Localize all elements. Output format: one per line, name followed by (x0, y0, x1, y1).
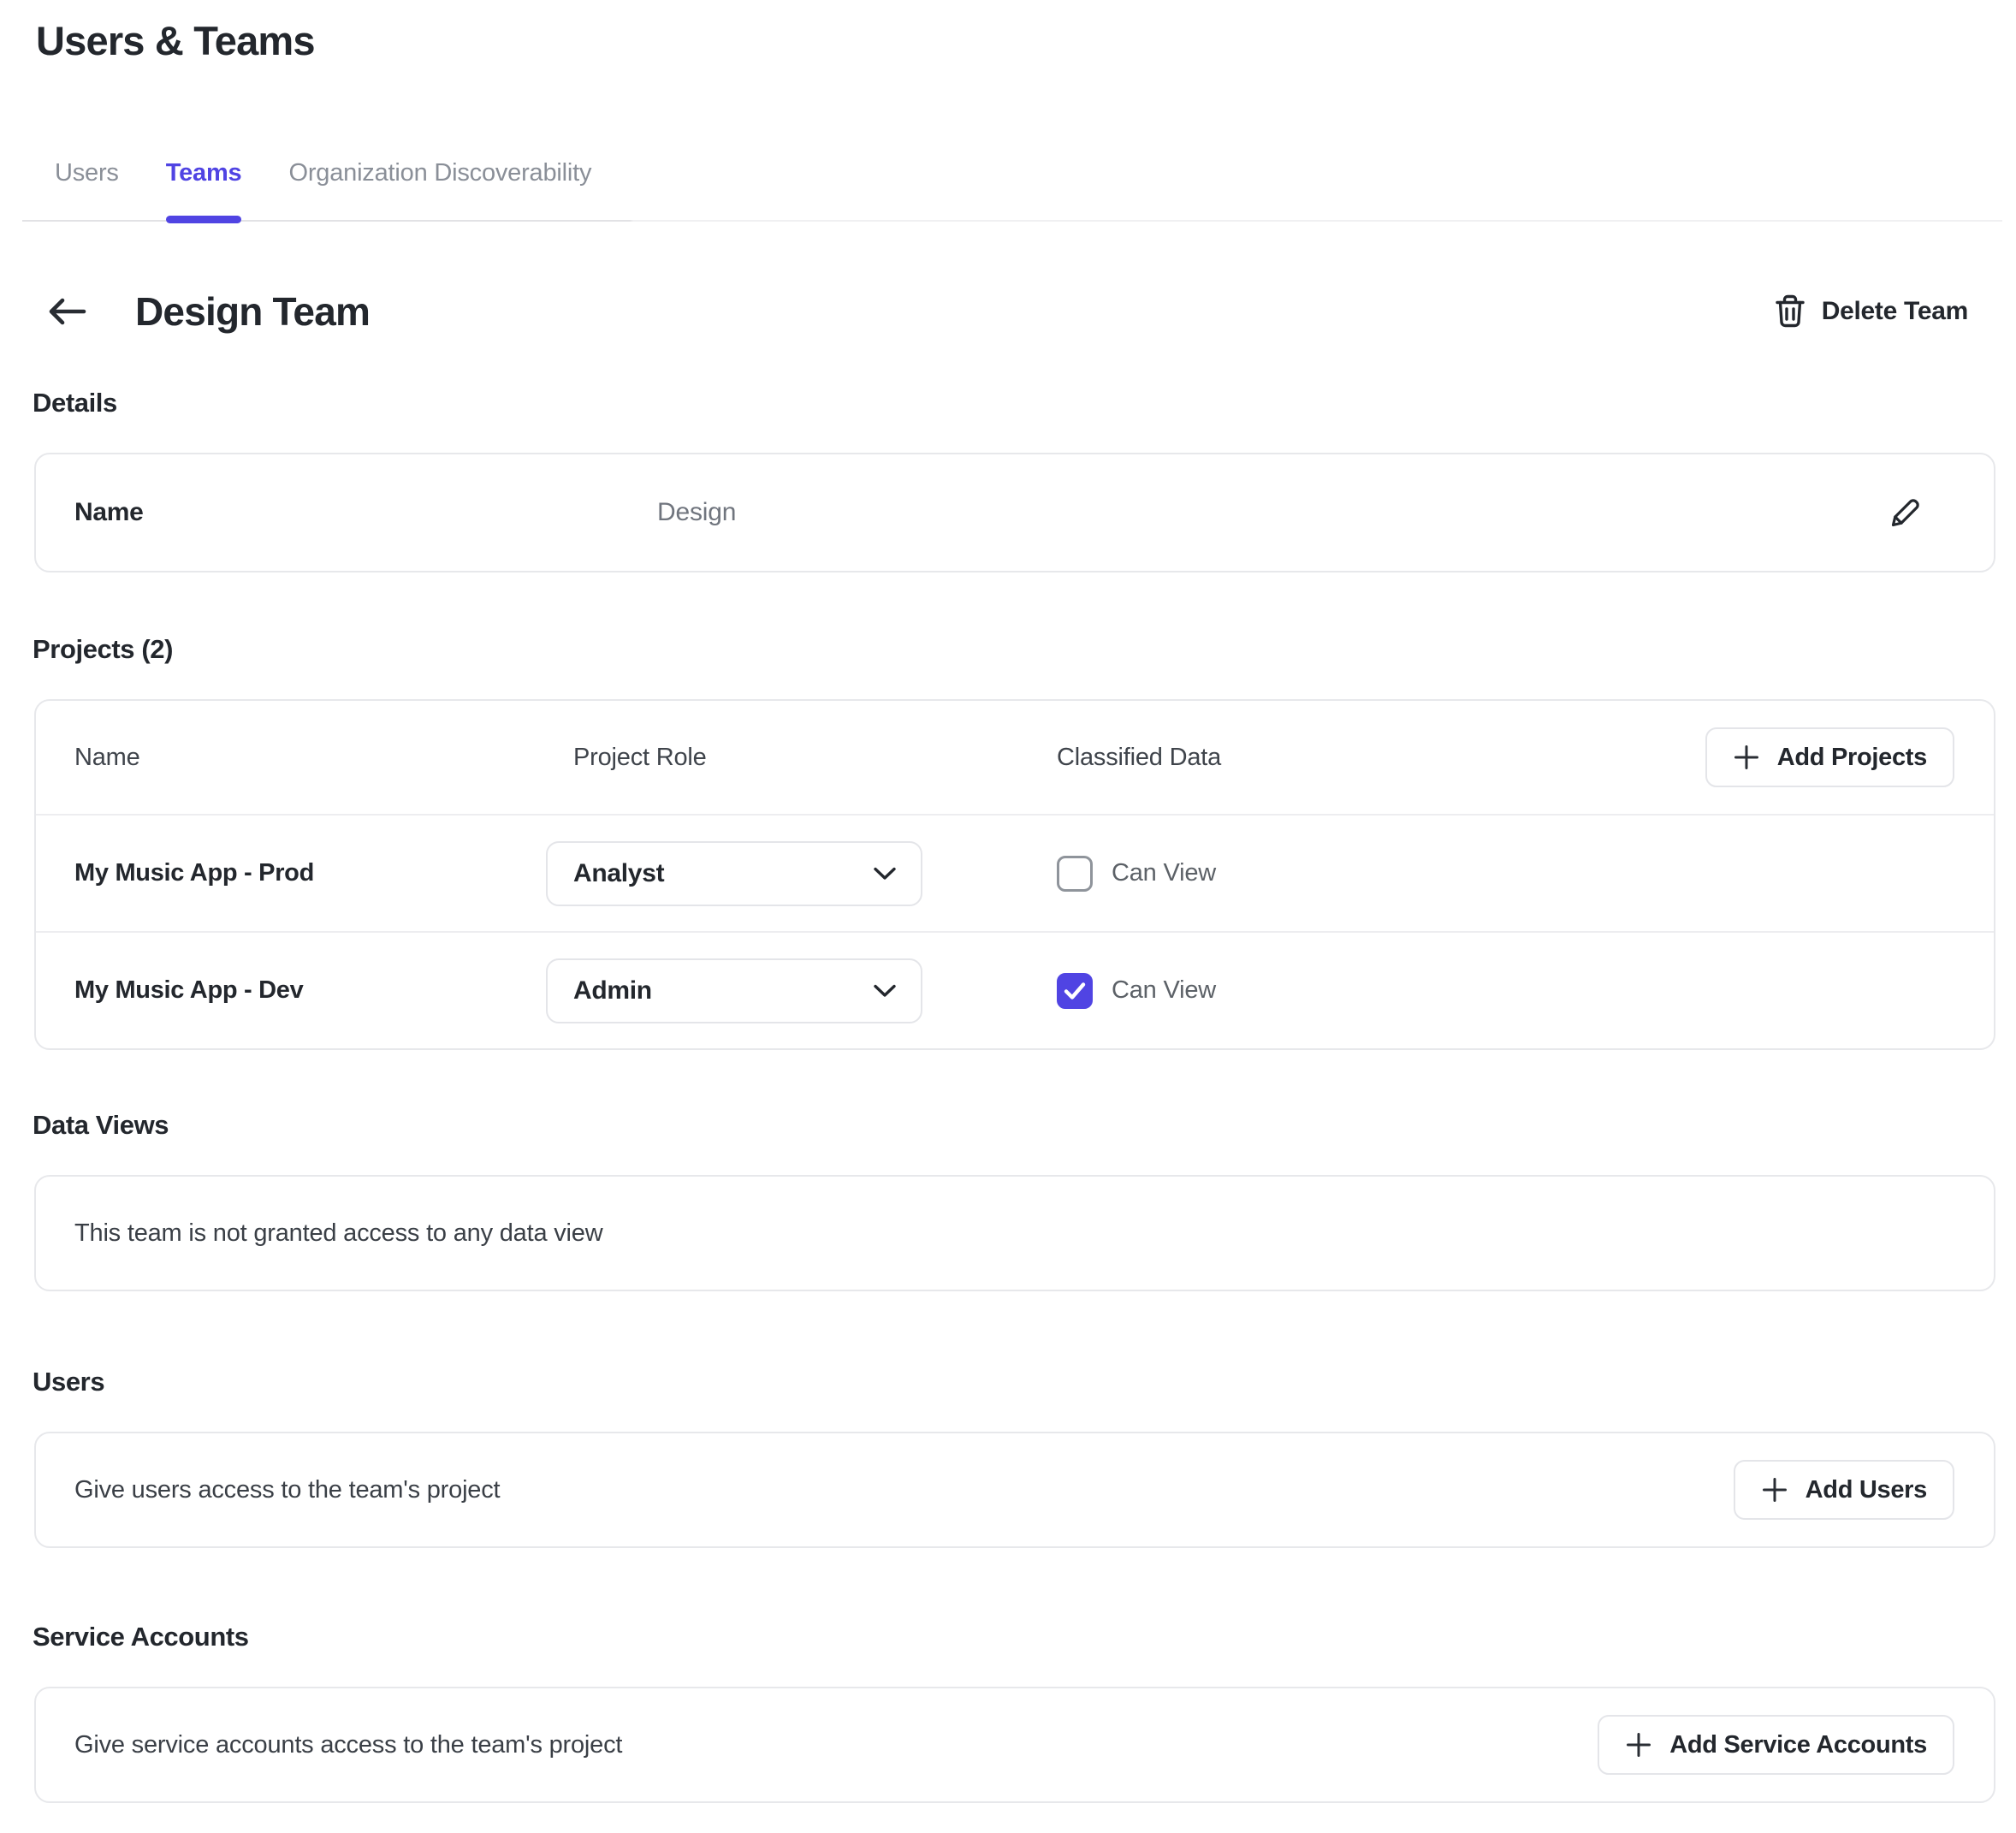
project-name: My Music App - Prod (74, 859, 546, 887)
can-view-label: Can View (1112, 976, 1216, 1005)
back-button[interactable] (46, 294, 87, 329)
can-view-checkbox[interactable] (1057, 856, 1093, 892)
delete-team-label: Delete Team (1822, 297, 1968, 326)
classified-data-cell: Can View (1057, 973, 1954, 1009)
tab-bar: Users Teams Organization Discoverability (55, 159, 2016, 220)
tabs-divider (22, 220, 2002, 222)
tab-users[interactable]: Users (55, 159, 119, 220)
tab-organization-discoverability[interactable]: Organization Discoverability (288, 159, 591, 220)
service-accounts-card: Give service accounts access to the team… (34, 1687, 1995, 1803)
table-row: My Music App - Dev Admin Ca (36, 931, 1994, 1048)
data-views-heading: Data Views (33, 1110, 2016, 1141)
column-header-project-role: Project Role (546, 744, 1057, 772)
details-heading: Details (33, 388, 2016, 418)
data-views-empty-text: This team is not granted access to any d… (74, 1219, 602, 1248)
add-service-accounts-label: Add Service Accounts (1669, 1731, 1927, 1759)
data-views-card: This team is not granted access to any d… (34, 1175, 1995, 1291)
users-card: Give users access to the team's project … (34, 1432, 1995, 1548)
edit-name-button[interactable] (1886, 495, 1922, 531)
team-title: Design Team (135, 288, 370, 335)
service-accounts-empty-text: Give service accounts access to the team… (74, 1731, 622, 1759)
classified-data-cell: Can View (1057, 856, 1954, 892)
tab-teams[interactable]: Teams (166, 159, 242, 220)
delete-team-button[interactable]: Delete Team (1774, 294, 1968, 329)
plus-icon (1761, 1476, 1788, 1504)
projects-table: Name Project Role Classified Data Add Pr… (34, 699, 1995, 1050)
plus-icon (1733, 744, 1760, 771)
name-label: Name (74, 498, 144, 527)
service-accounts-heading: Service Accounts (33, 1622, 2016, 1652)
can-view-label: Can View (1112, 859, 1216, 887)
page-title: Users & Teams (36, 19, 2016, 63)
project-name: My Music App - Dev (74, 976, 546, 1005)
chevron-down-icon (873, 866, 897, 881)
trash-icon (1774, 294, 1806, 329)
chevron-down-icon (873, 983, 897, 999)
users-empty-text: Give users access to the team's project (74, 1476, 500, 1504)
team-header: Design Team Delete Team (46, 288, 1968, 335)
users-heading: Users (33, 1367, 2016, 1397)
check-icon (1063, 981, 1087, 1001)
add-projects-button[interactable]: Add Projects (1705, 727, 1954, 787)
add-users-label: Add Users (1806, 1476, 1927, 1504)
add-service-accounts-button[interactable]: Add Service Accounts (1598, 1715, 1954, 1775)
plus-icon (1625, 1731, 1652, 1759)
column-header-classified-data: Classified Data (1057, 744, 1705, 772)
add-projects-label: Add Projects (1777, 744, 1927, 772)
project-role-value: Admin (573, 976, 652, 1005)
arrow-left-icon (46, 294, 87, 329)
details-card: Name Design (34, 453, 1995, 572)
add-users-button[interactable]: Add Users (1734, 1460, 1954, 1520)
project-role-value: Analyst (573, 859, 664, 888)
projects-heading: Projects (2) (33, 634, 2016, 665)
pencil-icon (1886, 495, 1922, 531)
column-header-name: Name (74, 744, 546, 772)
can-view-checkbox[interactable] (1057, 973, 1093, 1009)
project-role-select[interactable]: Admin (546, 958, 922, 1023)
name-value: Design (657, 498, 736, 527)
projects-table-header: Name Project Role Classified Data Add Pr… (36, 701, 1994, 814)
table-row: My Music App - Prod Analyst (36, 814, 1994, 931)
users-teams-page: Users & Teams Users Teams Organization D… (0, 19, 2016, 1833)
project-role-select[interactable]: Analyst (546, 841, 922, 906)
